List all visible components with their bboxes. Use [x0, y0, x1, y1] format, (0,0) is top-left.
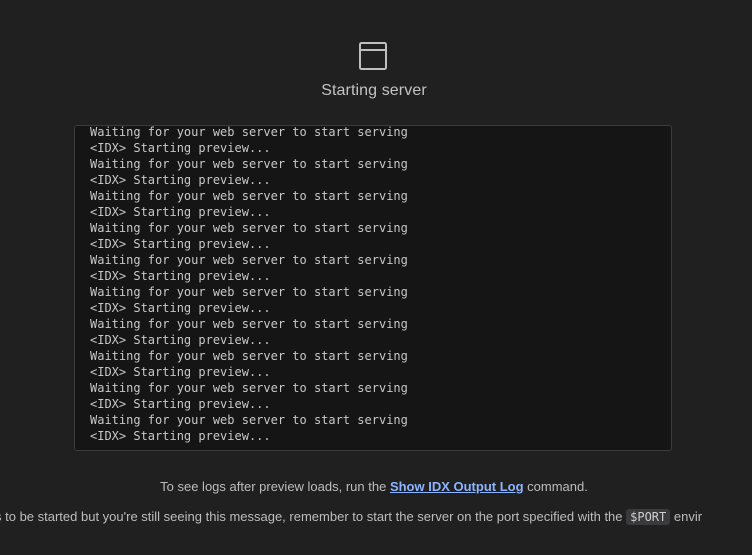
output-log-hint: To see logs after preview loads, run the… [0, 479, 748, 494]
server-log-output[interactable]: Waiting for your web server to start ser… [74, 125, 672, 451]
page-title: Starting server [321, 82, 427, 99]
log-lines: Waiting for your web server to start ser… [90, 125, 408, 444]
log-line: <IDX> Starting preview... [90, 205, 271, 219]
port-reminder-note: s to be started but you're still seeing … [0, 509, 703, 525]
log-line: Waiting for your web server to start ser… [90, 413, 408, 427]
log-line: Waiting for your web server to start ser… [90, 285, 408, 299]
note-prefix: s to be started but you're still seeing … [0, 509, 627, 524]
note-suffix: envir [670, 509, 703, 524]
log-line: Waiting for your web server to start ser… [90, 349, 408, 363]
log-line: <IDX> Starting preview... [90, 237, 271, 251]
log-line: <IDX> Starting preview... [90, 397, 271, 411]
log-line: <IDX> Starting preview... [90, 173, 271, 187]
port-variable-code: $PORT [626, 509, 671, 525]
log-line: <IDX> Starting preview... [90, 333, 271, 347]
log-line: <IDX> Starting preview... [90, 301, 271, 315]
log-line: <IDX> Starting preview... [90, 365, 271, 379]
log-line: <IDX> Starting preview... [90, 141, 271, 155]
log-line: Waiting for your web server to start ser… [90, 221, 408, 235]
log-line: Waiting for your web server to start ser… [90, 253, 408, 267]
log-line: Waiting for your web server to start ser… [90, 381, 408, 395]
log-line: Waiting for your web server to start ser… [90, 189, 408, 203]
log-line: Waiting for your web server to start ser… [90, 125, 408, 139]
show-idx-output-log-link[interactable]: Show IDX Output Log [390, 479, 524, 494]
hint-suffix: command. [523, 479, 588, 494]
browser-window-icon [359, 42, 387, 70]
log-line: <IDX> Starting preview... [90, 429, 271, 443]
hint-prefix: To see logs after preview loads, run the [160, 479, 390, 494]
log-line: <IDX> Starting preview... [90, 269, 271, 283]
log-line: Waiting for your web server to start ser… [90, 157, 408, 171]
log-line: Waiting for your web server to start ser… [90, 317, 408, 331]
